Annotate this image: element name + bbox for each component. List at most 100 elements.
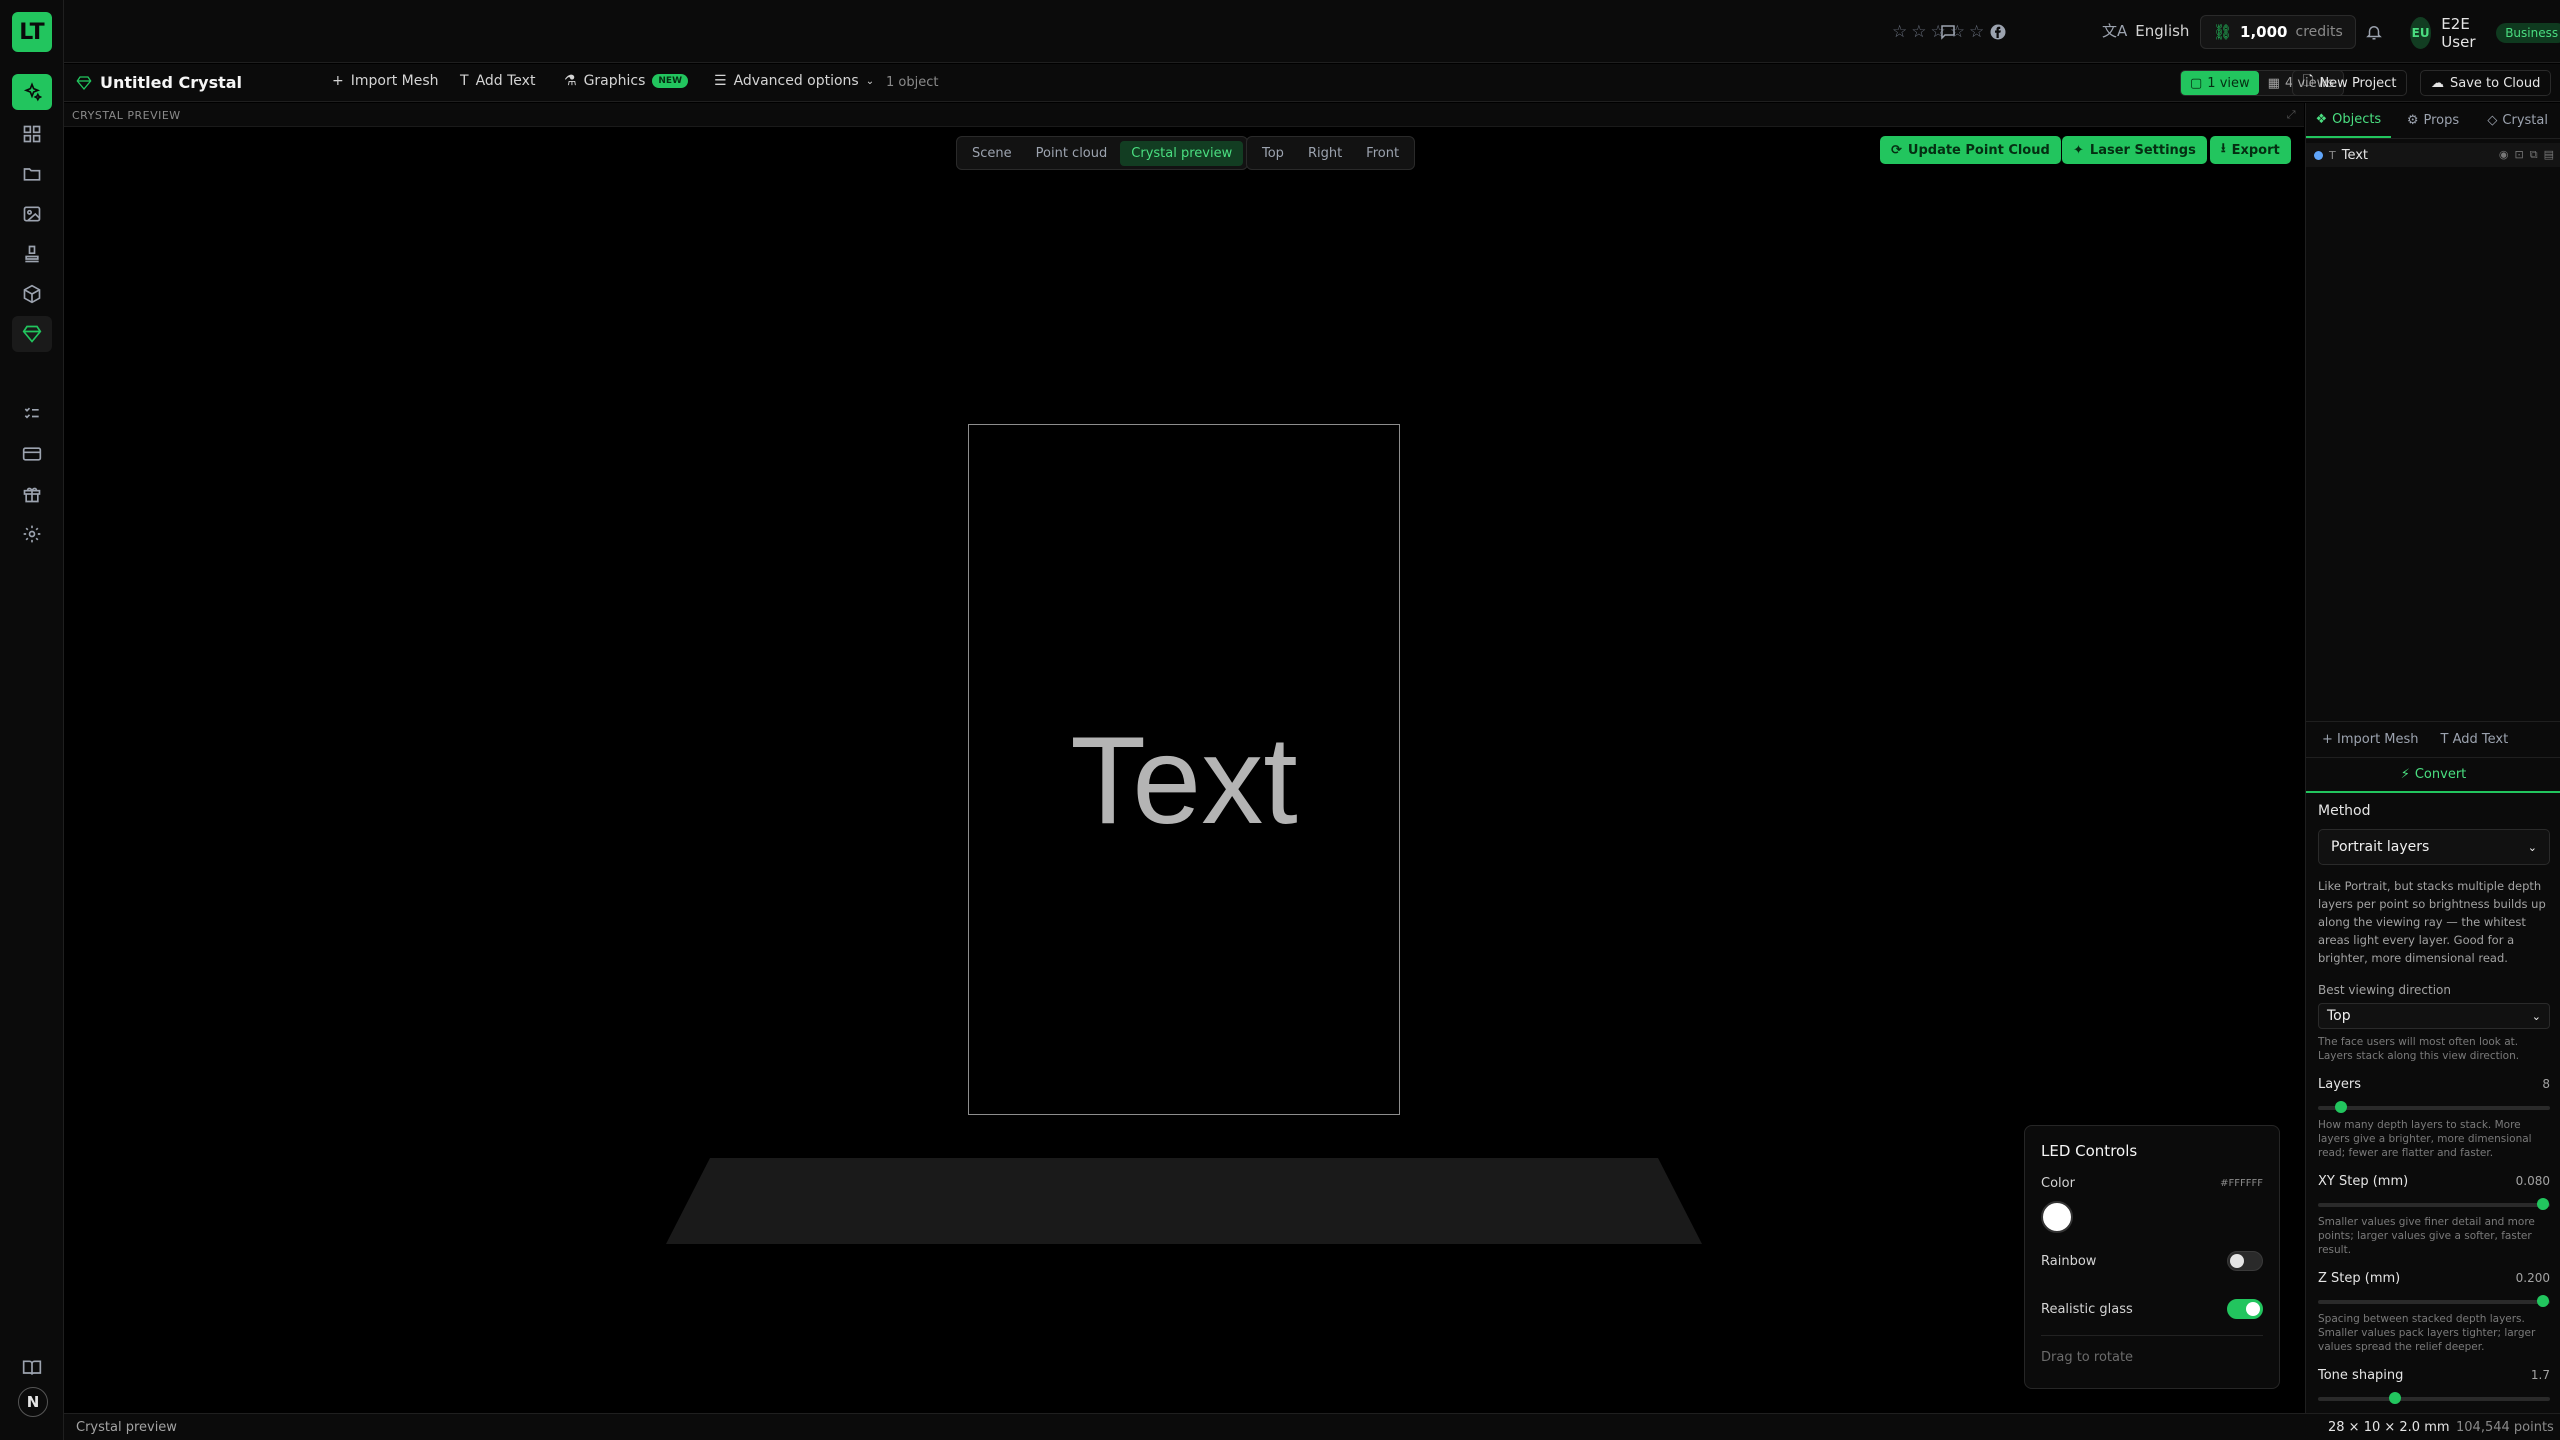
dashboard-icon[interactable] — [12, 116, 52, 152]
chevron-down-icon: ⌄ — [2531, 1009, 2541, 1023]
rainbow-toggle[interactable] — [2227, 1251, 2263, 1271]
view-direction-select[interactable]: Top ⌄ — [2318, 1003, 2550, 1029]
advanced-options-button[interactable]: ☰ Advanced options ⌄ — [714, 73, 874, 89]
tab-convert[interactable]: ⚡ Convert — [2306, 757, 2560, 793]
add-text-button[interactable]: T Add Text — [460, 73, 535, 89]
method-label: Method — [2318, 803, 2371, 819]
credits-display[interactable]: ⛓ 1,000 credits — [2200, 15, 2356, 49]
gift-icon[interactable] — [12, 476, 52, 512]
graphics-icon: ⚗ — [564, 73, 577, 89]
chat-icon[interactable] — [1936, 20, 1960, 44]
crystal-block[interactable]: Text — [968, 424, 1400, 1115]
language-selector[interactable]: 文A English — [2102, 20, 2189, 41]
folder-icon[interactable] — [12, 156, 52, 192]
tab-crystal-preview[interactable]: Crystal preview — [1120, 140, 1244, 166]
checklist-icon[interactable] — [12, 396, 52, 432]
z-step-description: Spacing between stacked depth layers. Sm… — [2318, 1313, 2536, 1353]
crystal-viewport[interactable]: Scene Point cloud Crystal preview Top Ri… — [64, 128, 2304, 1413]
z-step-slider-handle[interactable] — [2537, 1295, 2550, 1307]
project-title-area[interactable]: Untitled Crystal — [76, 73, 242, 92]
tab-objects[interactable]: ❖ Objects — [2306, 103, 2391, 138]
panel-add-text-button[interactable]: T Add Text — [2441, 732, 2509, 747]
tab-props-label: Props — [2423, 113, 2460, 128]
workspace-avatar[interactable]: N — [18, 1387, 48, 1417]
layers-value: 8 — [2542, 1077, 2550, 1091]
right-panel: ❖ Objects ⚙ Props ◇ Crystal T Text ◉ ⊡ ⧉ ▤ … — [2305, 103, 2560, 1413]
credit-card-icon[interactable] — [12, 436, 52, 472]
view-front-button[interactable]: Front — [1355, 141, 1410, 166]
chevron-down-icon: ⌄ — [2527, 840, 2537, 854]
view-right-button[interactable]: Right — [1297, 141, 1353, 166]
duplicate-icon[interactable]: ⧉ — [2530, 148, 2538, 162]
update-point-cloud-button[interactable]: ⟳ Update Point Cloud — [1880, 136, 2061, 164]
user-menu[interactable]: EU E2E User Business — [2410, 15, 2560, 51]
text-type-icon: T — [2329, 148, 2336, 162]
view-direction-label: Best viewing direction — [2318, 983, 2451, 997]
eye-icon[interactable]: ◉ — [2499, 148, 2509, 162]
settings-gear-icon[interactable] — [12, 516, 52, 552]
tab-crystal-label: Crystal — [2502, 113, 2548, 128]
cloud-icon: ☁ — [2431, 75, 2444, 91]
new-project-button[interactable]: 🗋 New Project — [2292, 70, 2408, 96]
panel-add-bar: + Import Mesh T Add Text — [2306, 721, 2560, 757]
save-to-cloud-button[interactable]: ☁ Save to Cloud — [2420, 70, 2552, 96]
import-mesh-button[interactable]: + Import Mesh — [332, 73, 439, 89]
status-bar: Crystal preview 28 × 10 × 2.0 mm 104,544… — [64, 1413, 2560, 1440]
tab-point-cloud[interactable]: Point cloud — [1025, 141, 1119, 166]
sparkle-tool-icon[interactable] — [12, 74, 52, 110]
panel-import-mesh-button[interactable]: + Import Mesh — [2322, 732, 2419, 747]
method-value: Portrait layers — [2331, 839, 2430, 855]
list-item[interactable]: T Text ◉ ⊡ ⧉ ▤ — [2306, 143, 2560, 167]
chevron-down-icon: ⌄ — [865, 75, 875, 87]
layers-slider-handle[interactable] — [2335, 1101, 2348, 1113]
tone-shaping-slider[interactable] — [2318, 1392, 2550, 1404]
export-button[interactable]: ⭳ Export — [2210, 136, 2291, 164]
new-badge: NEW — [652, 74, 688, 88]
z-step-label: Z Step (mm) — [2318, 1271, 2401, 1286]
trash-icon[interactable]: ▤ — [2544, 148, 2554, 162]
bell-icon[interactable] — [2362, 20, 2386, 44]
app-logo[interactable]: LT — [12, 12, 52, 52]
realistic-glass-toggle[interactable] — [2227, 1299, 2263, 1319]
tab-props[interactable]: ⚙ Props — [2391, 103, 2476, 138]
export-label: Export — [2231, 142, 2280, 158]
tab-crystal[interactable]: ◇ Crystal — [2475, 103, 2560, 138]
laser-settings-button[interactable]: ✦ Laser Settings — [2062, 136, 2207, 164]
graphics-button[interactable]: ⚗ Graphics NEW — [564, 73, 688, 89]
app-root: LT N ☆☆☆☆☆ 文A English ⛓ 1,000 credits EU… — [0, 0, 2560, 1440]
image-icon[interactable] — [12, 196, 52, 232]
gem-icon[interactable] — [12, 316, 52, 352]
view-top-button[interactable]: Top — [1251, 141, 1295, 166]
refresh-icon: ⟳ — [1891, 142, 1902, 158]
z-step-slider[interactable] — [2318, 1295, 2550, 1307]
lock-icon[interactable]: ⊡ — [2515, 148, 2524, 162]
color-swatch[interactable] — [2041, 1201, 2073, 1233]
credits-value: 1,000 — [2240, 23, 2288, 41]
project-title[interactable]: Untitled Crystal — [100, 73, 242, 92]
file-icon: 🗋 — [2303, 74, 2314, 89]
stamp-icon[interactable] — [12, 236, 52, 272]
one-view-button[interactable]: ▢ 1 view — [2181, 71, 2259, 95]
z-step-row: Z Step (mm) 0.200 — [2318, 1271, 2550, 1286]
view-direction-value: Top — [2327, 1008, 2351, 1024]
rainbow-label: Rainbow — [2041, 1253, 2097, 1269]
advanced-options-label: Advanced options — [733, 73, 859, 89]
docs-book-icon[interactable] — [12, 1350, 52, 1386]
layers-slider[interactable] — [2318, 1101, 2550, 1113]
tone-shaping-label: Tone shaping — [2318, 1368, 2404, 1383]
cube-icon[interactable] — [12, 276, 52, 312]
xy-step-slider[interactable] — [2318, 1198, 2550, 1210]
xy-step-slider-handle[interactable] — [2537, 1198, 2550, 1210]
tone-shaping-slider-handle[interactable] — [2388, 1392, 2401, 1404]
download-icon: ⭳ — [2221, 141, 2226, 156]
tone-shaping-value: 1.7 — [2530, 1368, 2550, 1382]
facebook-icon[interactable] — [1986, 20, 2010, 44]
object-name: Text — [2341, 147, 2369, 163]
translate-icon: 文A — [2102, 22, 2128, 40]
expand-icon[interactable]: ⤢ — [2287, 108, 2296, 122]
tab-scene[interactable]: Scene — [961, 141, 1023, 166]
import-mesh-label: Import Mesh — [350, 73, 439, 89]
plus-icon: + — [332, 73, 344, 89]
xy-step-row: XY Step (mm) 0.080 — [2318, 1174, 2550, 1189]
method-select[interactable]: Portrait layers ⌄ — [2318, 829, 2550, 865]
